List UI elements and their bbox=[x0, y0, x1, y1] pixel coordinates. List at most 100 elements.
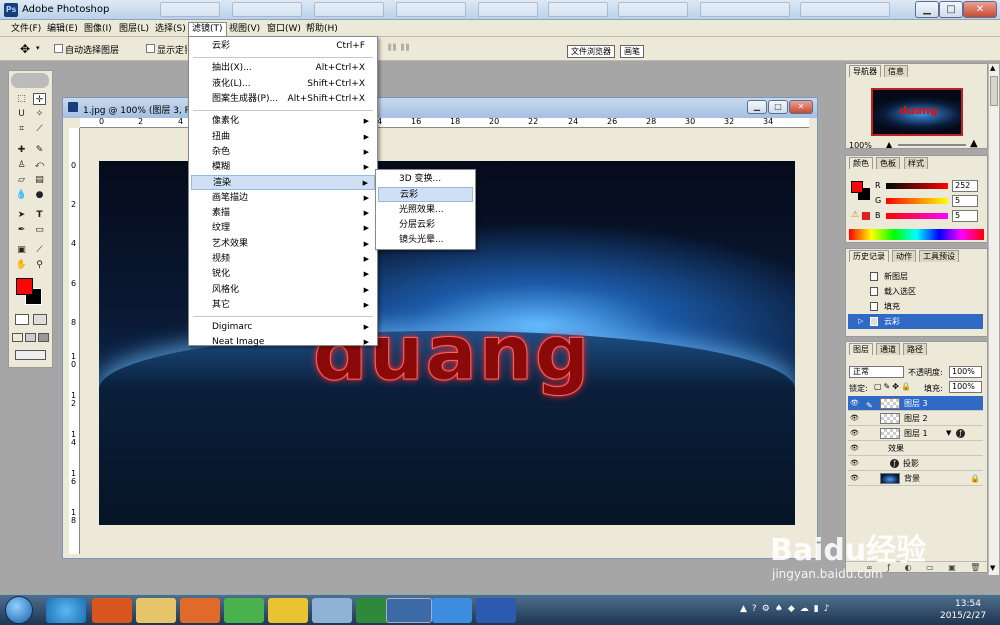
doc-minimize-button[interactable]: ▁ bbox=[747, 100, 767, 114]
zoom-slider[interactable] bbox=[898, 144, 966, 146]
render-submenu-item[interactable]: 3D 变换... bbox=[378, 172, 473, 187]
eraser-tool-icon[interactable]: ▱ bbox=[15, 174, 28, 186]
filter-menu-item[interactable]: 图案生成器(P)... Alt+Shift+Ctrl+X bbox=[191, 92, 375, 107]
eye-icon[interactable]: 👁 bbox=[850, 414, 859, 422]
media-player-taskbar-icon[interactable] bbox=[180, 598, 220, 623]
chrome-taskbar-icon[interactable] bbox=[268, 598, 308, 623]
filter-menu-item[interactable]: 锐化 ▶ bbox=[191, 267, 375, 282]
tab-tool-presets[interactable]: 工具预设 bbox=[919, 250, 959, 262]
zoom-tool-icon[interactable]: ⚲ bbox=[33, 259, 46, 271]
path-select-icon[interactable]: ➤ bbox=[15, 209, 28, 221]
crop-tool-icon[interactable]: ⌗ bbox=[15, 123, 28, 135]
vertical-scrollbar[interactable]: ▲ ▼ bbox=[988, 64, 999, 575]
menu-filter[interactable]: 滤镜(T) bbox=[188, 22, 227, 36]
scroll-up-icon[interactable]: ▲ bbox=[990, 64, 995, 72]
jump-to-imageready-icon[interactable] bbox=[15, 350, 46, 360]
filter-menu-item[interactable]: 像素化 ▶ bbox=[191, 114, 375, 129]
tray-icons[interactable]: ▲?⚙♠◆☁▮♪ bbox=[740, 604, 834, 614]
tab-color[interactable]: 颜色 bbox=[849, 157, 873, 169]
channel-b-slider[interactable] bbox=[886, 213, 948, 219]
history-item[interactable]: 新图层 bbox=[848, 269, 983, 284]
move-tool-icon[interactable]: ✛ bbox=[33, 93, 46, 105]
blend-mode-select[interactable]: 正常 bbox=[849, 366, 904, 378]
brush-tool-icon[interactable]: ✎ bbox=[33, 144, 46, 156]
start-button[interactable] bbox=[5, 596, 33, 624]
marquee-tool-icon[interactable]: ⬚ bbox=[15, 93, 28, 105]
auto-select-checkbox[interactable] bbox=[54, 44, 63, 53]
menu-file[interactable]: 文件(F) bbox=[8, 22, 44, 36]
effect-drop-shadow-row[interactable]: 👁 ƒ 投影 bbox=[848, 456, 983, 471]
filter-menu-item[interactable]: 其它 ▶ bbox=[191, 298, 375, 313]
word-taskbar-icon[interactable] bbox=[476, 598, 516, 623]
magic-wand-icon[interactable]: ✧ bbox=[33, 108, 46, 120]
minimize-button[interactable]: ▁ bbox=[915, 1, 939, 18]
tab-swatches[interactable]: 色板 bbox=[876, 157, 900, 169]
zoom-in-icon[interactable]: ▲ bbox=[970, 138, 978, 149]
tab-history[interactable]: 历史记录 bbox=[849, 250, 889, 262]
scroll-down-icon[interactable]: ▼ bbox=[990, 564, 995, 572]
close-button[interactable]: ✕ bbox=[963, 1, 997, 18]
render-submenu-item[interactable]: 光照效果... bbox=[378, 203, 473, 218]
eye-icon[interactable]: 👁 bbox=[850, 399, 859, 407]
move-tool-icon[interactable]: ✥ bbox=[20, 42, 30, 56]
tab-actions[interactable]: 动作 bbox=[892, 250, 916, 262]
channel-g-value[interactable]: 5 bbox=[952, 195, 978, 207]
filter-menu-item[interactable]: 云彩 Ctrl+F bbox=[191, 39, 375, 54]
tab-layers[interactable]: 图层 bbox=[849, 343, 873, 355]
screen-mode-icon[interactable] bbox=[25, 333, 36, 342]
eye-icon[interactable]: 👁 bbox=[850, 429, 859, 437]
filter-menu-item[interactable]: Neat Image ▶ bbox=[191, 335, 375, 350]
chevron-down-icon[interactable]: ▾ bbox=[36, 44, 40, 52]
doc-close-button[interactable]: ✕ bbox=[789, 100, 813, 114]
fill-field[interactable]: 100% bbox=[949, 381, 982, 393]
slice-tool-icon[interactable]: ⟋ bbox=[33, 123, 46, 135]
eyedropper-icon[interactable]: ⟋ bbox=[33, 244, 46, 256]
layer-row[interactable]: 👁 ✎ 图层 3 bbox=[848, 396, 983, 411]
quickmask-mode-icon[interactable] bbox=[33, 314, 47, 325]
opacity-field[interactable]: 100% bbox=[949, 366, 982, 378]
stamp-tool-icon[interactable]: ♙ bbox=[15, 159, 28, 171]
eye-icon[interactable]: 👁 bbox=[850, 459, 859, 467]
tab-paths[interactable]: 路径 bbox=[903, 343, 927, 355]
history-item[interactable]: 载入选区 bbox=[848, 284, 983, 299]
screen-mode-icon[interactable] bbox=[38, 333, 49, 342]
layer-row[interactable]: 👁 图层 2 bbox=[848, 411, 983, 426]
pen-tool-icon[interactable]: ✒ bbox=[15, 224, 28, 236]
foreground-color-swatch[interactable] bbox=[16, 278, 33, 295]
layer-row[interactable]: 👁 背景 🔒 bbox=[848, 471, 983, 486]
tab-styles[interactable]: 样式 bbox=[904, 157, 928, 169]
filter-menu-item[interactable]: 抽出(X)... Alt+Ctrl+X bbox=[191, 61, 375, 76]
filter-menu-item[interactable]: 艺术效果 ▶ bbox=[191, 237, 375, 252]
history-item[interactable]: 填充 bbox=[848, 299, 983, 314]
navigator-preview[interactable]: duang bbox=[871, 88, 963, 136]
eye-icon[interactable]: 👁 bbox=[850, 474, 859, 482]
tab-channels[interactable]: 通道 bbox=[876, 343, 900, 355]
show-bounding-checkbox[interactable] bbox=[146, 44, 155, 53]
tab-navigator[interactable]: 导航器 bbox=[849, 65, 881, 77]
menu-image[interactable]: 图像(I) bbox=[81, 22, 115, 36]
file-browser-tab[interactable]: 文件浏览器 bbox=[567, 45, 615, 58]
zoom-out-icon[interactable]: ▲ bbox=[886, 140, 892, 149]
hand-tool-icon[interactable]: ✋ bbox=[15, 259, 28, 271]
shape-tool-icon[interactable]: ▭ bbox=[33, 224, 46, 236]
layer-row[interactable]: 👁 图层 1 ▼ ƒ bbox=[848, 426, 983, 441]
taobao-taskbar-icon[interactable] bbox=[92, 598, 132, 623]
expand-effects-icon[interactable]: ▼ bbox=[946, 426, 951, 441]
doc-maximize-button[interactable]: □ bbox=[768, 100, 788, 114]
ie-taskbar-icon[interactable] bbox=[46, 598, 86, 623]
notes-tool-icon[interactable]: ▣ bbox=[15, 244, 28, 256]
history-brush-icon[interactable]: ⤺ bbox=[33, 159, 46, 171]
gradient-tool-icon[interactable]: ▤ bbox=[33, 174, 46, 186]
render-submenu-item[interactable]: 镜头光晕... bbox=[378, 233, 473, 248]
channel-g-slider[interactable] bbox=[886, 198, 948, 204]
filter-menu-item[interactable]: 模糊 ▶ bbox=[191, 160, 375, 175]
color-foreground-swatch[interactable] bbox=[851, 181, 863, 193]
photoshop-taskbar-icon[interactable] bbox=[386, 598, 432, 623]
filter-menu-item[interactable]: 渲染 ▶ bbox=[191, 175, 375, 191]
filter-menu-item[interactable]: 纹理 ▶ bbox=[191, 221, 375, 236]
filter-menu-item[interactable]: 液化(L)... Shift+Ctrl+X bbox=[191, 77, 375, 92]
lasso-tool-icon[interactable]: ᑌ bbox=[15, 108, 28, 120]
screen-mode-icon[interactable] bbox=[12, 333, 23, 342]
filter-menu-item[interactable]: 视频 ▶ bbox=[191, 252, 375, 267]
channel-b-value[interactable]: 5 bbox=[952, 210, 978, 222]
